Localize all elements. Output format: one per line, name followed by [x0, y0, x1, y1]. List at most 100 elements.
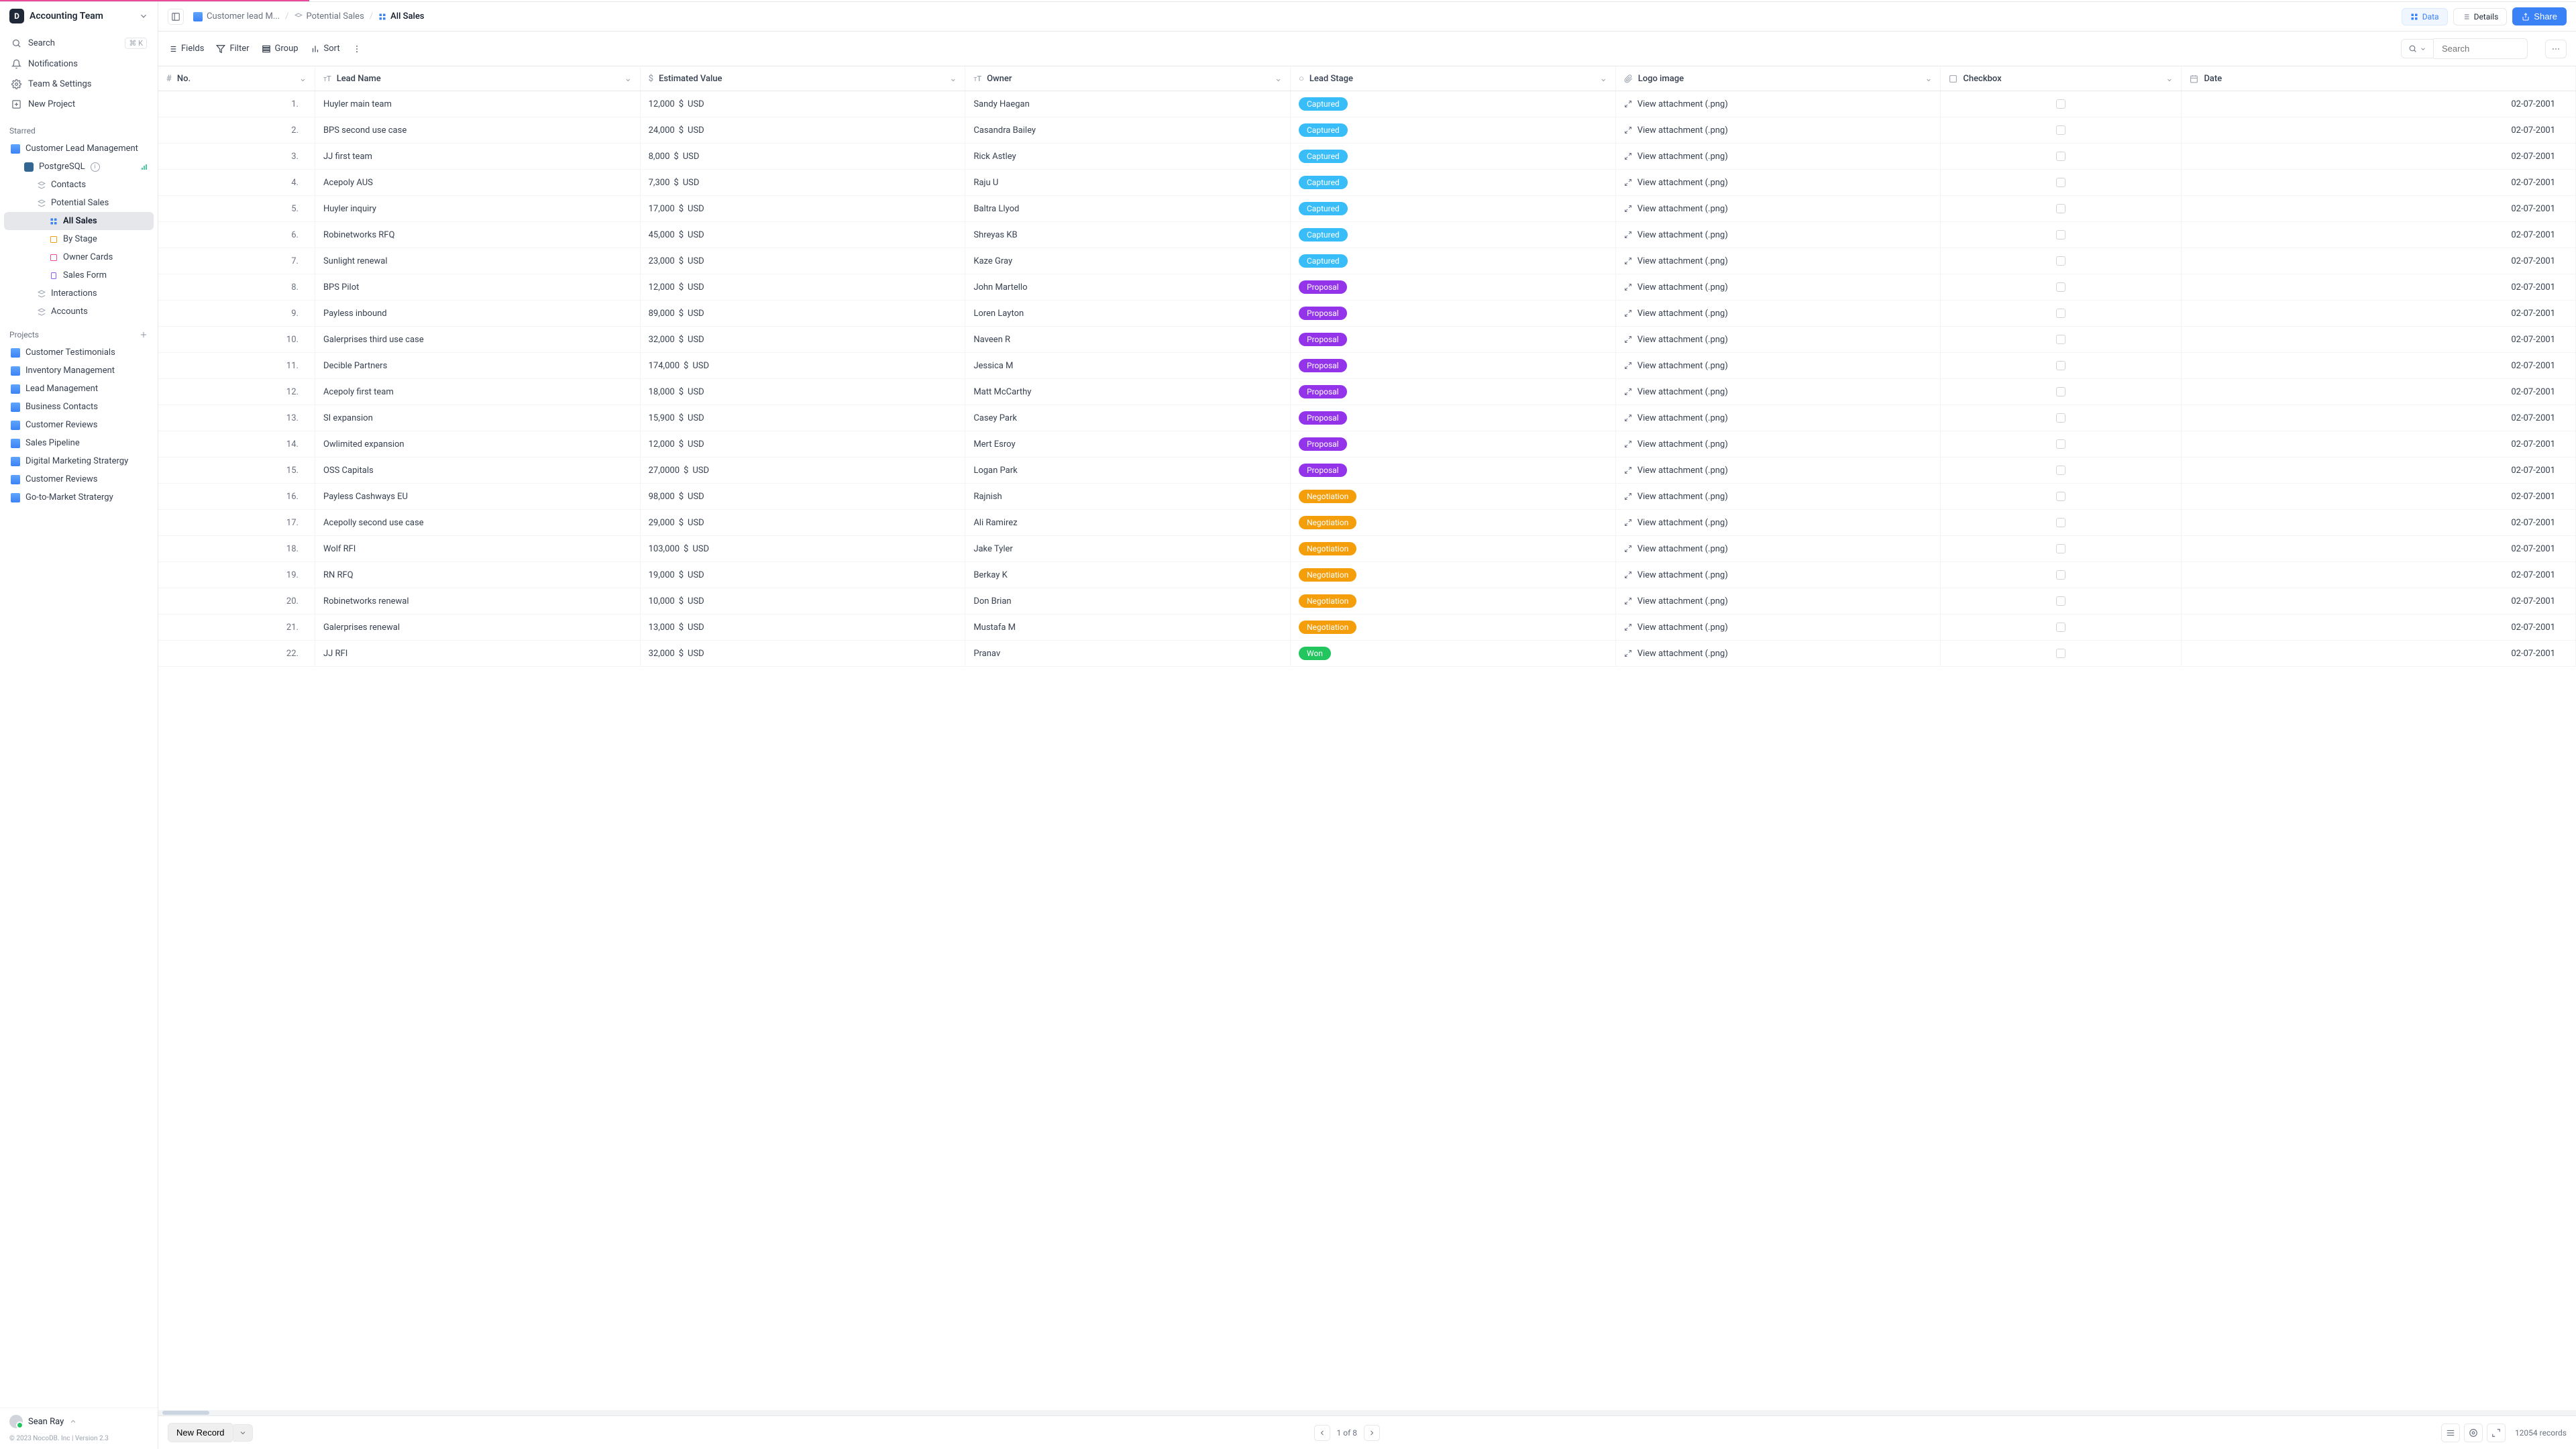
cell-checkbox[interactable]: [1941, 274, 2182, 301]
toggle-sidebar-button[interactable]: [168, 9, 184, 25]
cell-estimated-value[interactable]: 12,000$USD: [640, 431, 965, 458]
cell-lead-stage[interactable]: Negotiation: [1291, 510, 1616, 536]
table-row[interactable]: 9.Payless inbound89,000$USDLoren LaytonP…: [158, 301, 2576, 327]
cell-lead-name[interactable]: Robinetworks RFQ: [315, 222, 640, 248]
cell-date[interactable]: 02-07-2001: [2182, 353, 2576, 379]
cell-checkbox[interactable]: [1941, 614, 2182, 641]
checkbox-icon[interactable]: [2056, 387, 2065, 396]
cell-logo-image[interactable]: View attachment (.png): [1615, 458, 1941, 484]
cell-date[interactable]: 02-07-2001: [2182, 588, 2576, 614]
cell-checkbox[interactable]: [1941, 327, 2182, 353]
cell-owner[interactable]: Loren Layton: [965, 301, 1291, 327]
cell-lead-name[interactable]: Owlimited expansion: [315, 431, 640, 458]
cell-checkbox[interactable]: [1941, 484, 2182, 510]
cell-owner[interactable]: Pranav: [965, 641, 1291, 667]
table-row[interactable]: 20.Robinetworks renewal10,000$USDDon Bri…: [158, 588, 2576, 614]
cell-lead-name[interactable]: Robinetworks renewal: [315, 588, 640, 614]
cell-lead-name[interactable]: Wolf RFI: [315, 536, 640, 562]
cell-lead-stage[interactable]: Negotiation: [1291, 614, 1616, 641]
toolbar-fields[interactable]: Fields: [168, 44, 204, 54]
checkbox-icon[interactable]: [2056, 178, 2065, 187]
checkbox-icon[interactable]: [2056, 596, 2065, 606]
sidebar-item-interactions[interactable]: Interactions: [4, 284, 154, 303]
cell-checkbox[interactable]: [1941, 536, 2182, 562]
checkbox-icon[interactable]: [2056, 623, 2065, 632]
cell-owner[interactable]: Berkay K: [965, 562, 1291, 588]
pager-prev[interactable]: [1314, 1425, 1330, 1441]
cell-estimated-value[interactable]: 24,000$USD: [640, 117, 965, 144]
nav-notifications[interactable]: Notifications: [5, 54, 152, 74]
cell-lead-name[interactable]: Sunlight renewal: [315, 248, 640, 274]
cell-checkbox[interactable]: [1941, 196, 2182, 222]
cell-date[interactable]: 02-07-2001: [2182, 458, 2576, 484]
cell-date[interactable]: 02-07-2001: [2182, 170, 2576, 196]
toolbar-group[interactable]: Group: [262, 44, 299, 54]
cell-lead-stage[interactable]: Proposal: [1291, 379, 1616, 405]
checkbox-icon[interactable]: [2056, 544, 2065, 553]
cell-owner[interactable]: Ali Ramirez: [965, 510, 1291, 536]
horizontal-scrollbar[interactable]: [158, 1410, 2576, 1415]
table-row[interactable]: 11.Decible Partners174,000$USDJessica MP…: [158, 353, 2576, 379]
cell-logo-image[interactable]: View attachment (.png): [1615, 405, 1941, 431]
toolbar-sort[interactable]: Sort: [311, 44, 340, 54]
cell-estimated-value[interactable]: 13,000$USD: [640, 614, 965, 641]
cell-lead-stage[interactable]: Negotiation: [1291, 484, 1616, 510]
cell-logo-image[interactable]: View attachment (.png): [1615, 562, 1941, 588]
cell-date[interactable]: 02-07-2001: [2182, 196, 2576, 222]
cell-lead-stage[interactable]: Proposal: [1291, 405, 1616, 431]
workspace-switcher[interactable]: D Accounting Team: [0, 2, 158, 30]
cell-checkbox[interactable]: [1941, 431, 2182, 458]
table-row[interactable]: 7.Sunlight renewal23,000$USDKaze GrayCap…: [158, 248, 2576, 274]
project-item[interactable]: Sales Pipeline: [4, 434, 154, 452]
nav-new-project[interactable]: New Project: [5, 94, 152, 114]
footer-settings[interactable]: [2464, 1424, 2483, 1442]
cell-checkbox[interactable]: [1941, 353, 2182, 379]
project-item[interactable]: Customer Reviews: [4, 470, 154, 488]
cell-lead-name[interactable]: Acepoly AUS: [315, 170, 640, 196]
checkbox-icon[interactable]: [2056, 570, 2065, 580]
crumb-view[interactable]: All Sales: [378, 11, 424, 21]
nav-search[interactable]: Search ⌘ K: [5, 33, 152, 54]
cell-lead-name[interactable]: RN RFQ: [315, 562, 640, 588]
cell-owner[interactable]: Sandy Haegan: [965, 91, 1291, 117]
chevron-down-icon[interactable]: ⌄: [1600, 74, 1607, 84]
cell-estimated-value[interactable]: 89,000$USD: [640, 301, 965, 327]
cell-logo-image[interactable]: View attachment (.png): [1615, 431, 1941, 458]
cell-owner[interactable]: Naveen R: [965, 327, 1291, 353]
cell-estimated-value[interactable]: 32,000$USD: [640, 327, 965, 353]
cell-owner[interactable]: Rick Astley: [965, 144, 1291, 170]
cell-lead-name[interactable]: Payless inbound: [315, 301, 640, 327]
cell-estimated-value[interactable]: 45,000$USD: [640, 222, 965, 248]
cell-date[interactable]: 02-07-2001: [2182, 484, 2576, 510]
cell-owner[interactable]: Baltra Llyod: [965, 196, 1291, 222]
cell-lead-stage[interactable]: Proposal: [1291, 301, 1616, 327]
cell-estimated-value[interactable]: 8,000$USD: [640, 144, 965, 170]
cell-logo-image[interactable]: View attachment (.png): [1615, 117, 1941, 144]
cell-lead-name[interactable]: Acepoly first team: [315, 379, 640, 405]
checkbox-icon[interactable]: [2056, 282, 2065, 292]
cell-logo-image[interactable]: View attachment (.png): [1615, 91, 1941, 117]
cell-date[interactable]: 02-07-2001: [2182, 327, 2576, 353]
cell-owner[interactable]: Matt McCarthy: [965, 379, 1291, 405]
table-row[interactable]: 1.Huyler main team12,000$USDSandy Haegan…: [158, 91, 2576, 117]
crumb-base[interactable]: Customer lead M...: [193, 11, 280, 21]
cell-checkbox[interactable]: [1941, 117, 2182, 144]
cell-owner[interactable]: Jessica M: [965, 353, 1291, 379]
cell-checkbox[interactable]: [1941, 405, 2182, 431]
checkbox-icon[interactable]: [2056, 413, 2065, 423]
cell-lead-stage[interactable]: Negotiation: [1291, 562, 1616, 588]
project-item[interactable]: Lead Management: [4, 380, 154, 398]
table-row[interactable]: 2.BPS second use case24,000$USDCasandra …: [158, 117, 2576, 144]
cell-owner[interactable]: Casey Park: [965, 405, 1291, 431]
tab-details[interactable]: Details: [2453, 8, 2508, 25]
cell-estimated-value[interactable]: 19,000$USD: [640, 562, 965, 588]
search-input[interactable]: [2434, 38, 2528, 59]
table-row[interactable]: 6.Robinetworks RFQ45,000$USDShreyas KBCa…: [158, 222, 2576, 248]
cell-checkbox[interactable]: [1941, 144, 2182, 170]
checkbox-icon[interactable]: [2056, 309, 2065, 318]
toolbar-overflow[interactable]: [2545, 40, 2567, 58]
table-row[interactable]: 12.Acepoly first team18,000$USDMatt McCa…: [158, 379, 2576, 405]
cell-estimated-value[interactable]: 174,000$USD: [640, 353, 965, 379]
footer-row-height[interactable]: [2441, 1424, 2460, 1442]
cell-estimated-value[interactable]: 7,300$USD: [640, 170, 965, 196]
